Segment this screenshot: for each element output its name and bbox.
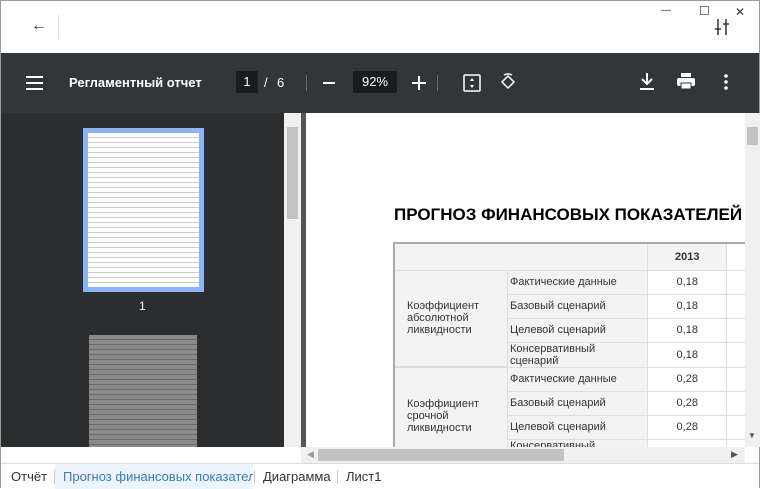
table-row: Коэффициент абсолютной ликвидности Фактич… <box>393 269 745 368</box>
value-cell <box>726 293 745 319</box>
scrollbar-thumb[interactable] <box>318 449 564 461</box>
document-viewer: ПРОГНОЗ ФИНАНСОВЫХ ПОКАЗАТЕЛЕЙ 2013 Коэф… <box>301 113 745 447</box>
maximize-button[interactable]: ☐ <box>699 4 710 18</box>
year-header: 2013 <box>647 242 727 271</box>
sidebar-scrollbar[interactable] <box>284 113 301 447</box>
value-cell: 0,28 <box>647 390 727 416</box>
value-cell: 0,18 <box>647 341 727 368</box>
horizontal-scrollbar[interactable]: ◀ ▶ <box>301 447 745 463</box>
vertical-scrollbar[interactable]: ▼ <box>745 113 760 447</box>
scenario-label: Консервативный сценарий <box>507 438 649 447</box>
report-heading: ПРОГНОЗ ФИНАНСОВЫХ ПОКАЗАТЕЛЕЙ <box>394 205 743 224</box>
tab-chart[interactable]: Диаграмма <box>255 464 339 489</box>
sheet-tabs: Отчёт Прогноз финансовых показателей Диа… <box>1 463 759 489</box>
value-cell <box>726 317 745 343</box>
thumbnail-page-2[interactable] <box>89 335 197 447</box>
divider <box>437 75 438 91</box>
menu-icon[interactable] <box>26 76 43 90</box>
value-cell: 0,28 <box>647 414 727 440</box>
title-bar: ← — ☐ ✕ <box>1 1 759 53</box>
scroll-left-icon[interactable]: ◀ <box>307 449 314 460</box>
fit-page-icon[interactable] <box>463 74 481 92</box>
value-cell: 0,18 <box>647 317 727 343</box>
scroll-right-icon[interactable]: ▶ <box>731 449 738 460</box>
value-cell: 0,28 <box>647 438 727 447</box>
scroll-down-icon[interactable]: ▼ <box>748 431 756 440</box>
scenario-label: Целевой сценарий <box>507 317 649 343</box>
page-number-input[interactable]: 1 <box>236 71 258 93</box>
zoom-out-icon[interactable] <box>323 82 335 84</box>
scenario-label: Целевой сценарий <box>507 414 649 440</box>
back-button[interactable]: ← <box>31 17 47 35</box>
rotate-icon[interactable] <box>498 72 518 92</box>
tab-forecast[interactable]: Прогноз финансовых показателей <box>55 464 253 489</box>
value-cell <box>726 438 745 447</box>
pdf-page: ПРОГНОЗ ФИНАНСОВЫХ ПОКАЗАТЕЛЕЙ 2013 Коэф… <box>306 113 745 447</box>
indicator-group: Коэффициент абсолютной ликвидности <box>393 269 509 368</box>
scenario-label: Базовый сценарий <box>507 293 649 319</box>
scenario-label: Базовый сценарий <box>507 390 649 416</box>
scenario-label: Консервативный сценарий <box>507 341 649 368</box>
zoom-input[interactable]: 92% <box>353 71 397 93</box>
settings-sliders-icon[interactable] <box>715 19 729 35</box>
table-row: Коэффициент срочной ликвидности Фактическ… <box>393 366 745 447</box>
pdf-toolbar: Регламентный отчет 1 / 6 92% <box>1 53 759 113</box>
scrollbar-thumb[interactable] <box>287 127 298 219</box>
page-total: 6 <box>277 75 285 90</box>
value-cell: 0,18 <box>647 293 727 319</box>
value-cell: 0,18 <box>647 269 727 295</box>
thumbnail-page-1[interactable] <box>83 128 204 292</box>
value-cell <box>726 366 745 392</box>
thumbnail-image <box>88 133 199 287</box>
value-cell: 0,28 <box>647 366 727 392</box>
tab-report[interactable]: Отчёт <box>3 464 55 489</box>
thumbnail-label: 1 <box>139 299 146 313</box>
value-cell <box>726 390 745 416</box>
scenario-label: Фактические данные <box>507 269 649 295</box>
more-options-icon[interactable] <box>724 74 728 90</box>
scenario-label: Фактические данные <box>507 366 649 392</box>
indicator-group: Коэффициент срочной ликвидности <box>393 366 509 447</box>
document-title: Регламентный отчет <box>69 75 202 90</box>
divider <box>58 15 59 39</box>
thumbnail-sidebar: 1 <box>1 113 284 447</box>
value-cell <box>726 341 745 368</box>
print-icon[interactable] <box>677 73 695 90</box>
scrollbar-thumb[interactable] <box>747 127 758 145</box>
tab-sheet1[interactable]: Лист1 <box>338 464 389 489</box>
close-button[interactable]: ✕ <box>735 5 745 19</box>
value-cell <box>726 414 745 440</box>
download-icon[interactable] <box>640 73 654 90</box>
page-separator: / <box>264 75 268 90</box>
divider <box>306 75 307 91</box>
minimize-button[interactable]: — <box>661 5 671 16</box>
forecast-table: 2013 Коэффициент абсолютной ликвидности Ф… <box>393 242 745 447</box>
value-cell <box>726 269 745 295</box>
zoom-in-icon[interactable] <box>412 76 426 90</box>
